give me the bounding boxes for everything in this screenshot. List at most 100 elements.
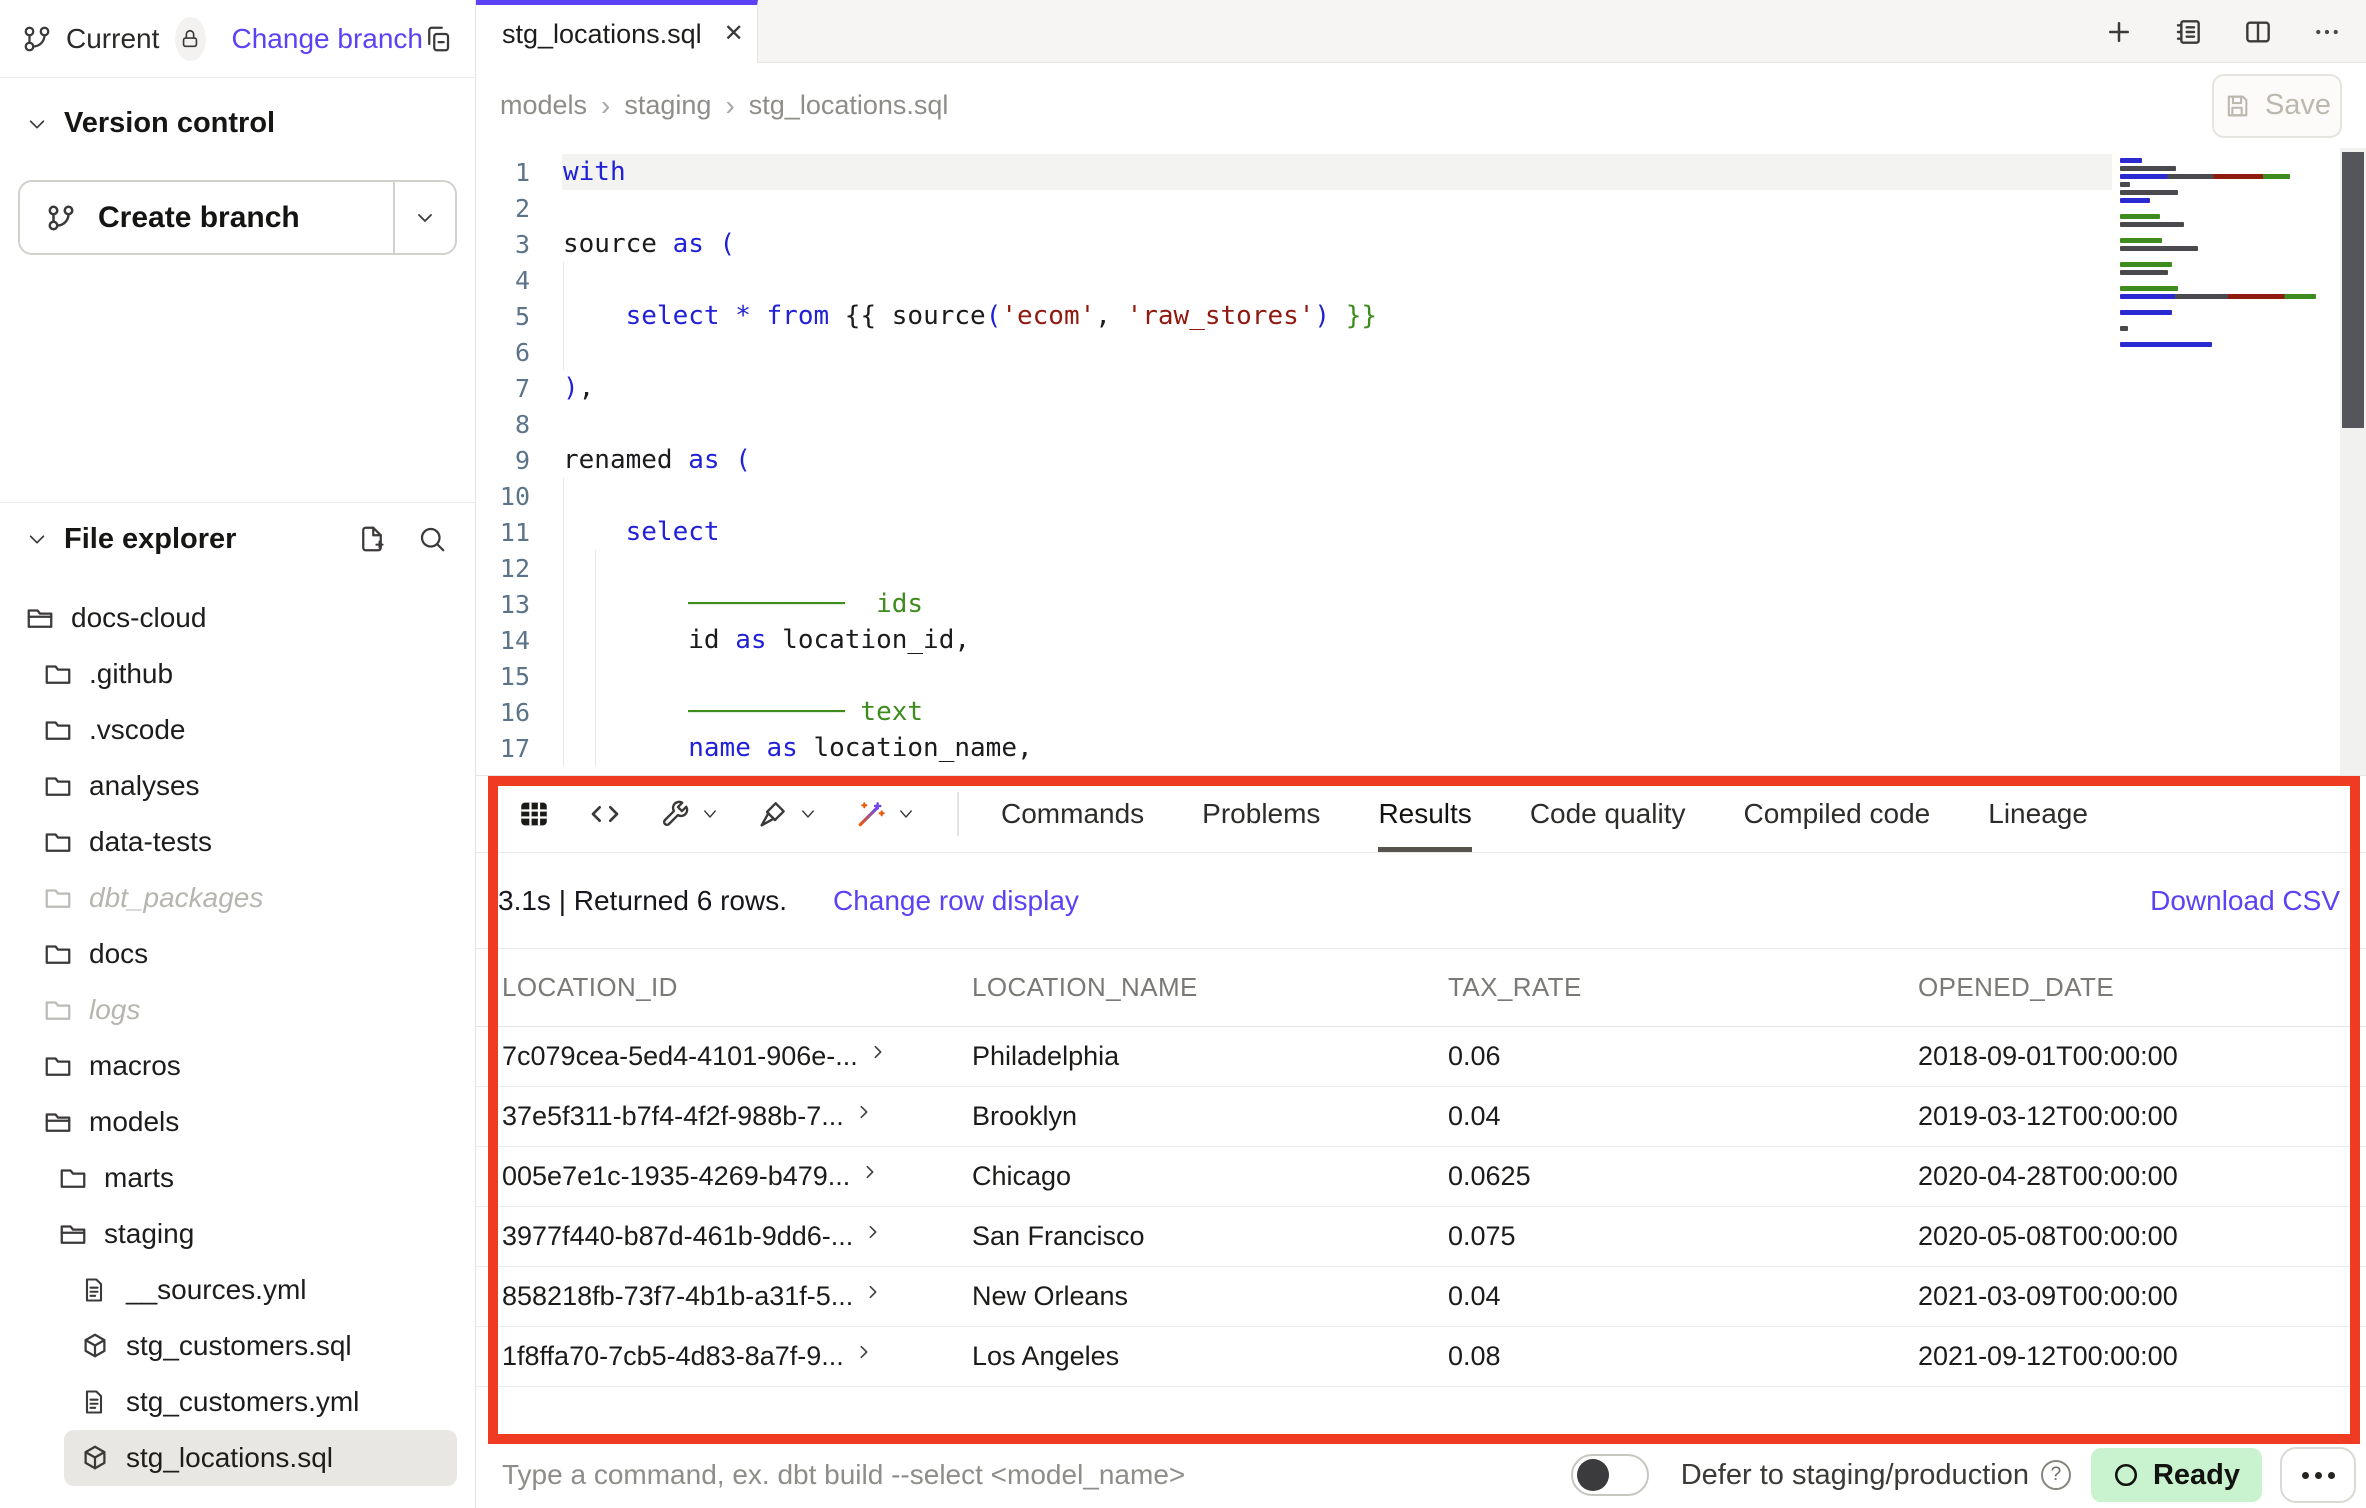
new-tab-icon[interactable] (2104, 17, 2134, 47)
code-line-16[interactable]: 16 ────────── text (476, 694, 2366, 730)
code-line-2[interactable]: 2 (476, 190, 2366, 226)
file-tree-item-macros[interactable]: macros (0, 1038, 475, 1094)
column-header-tax_rate: TAX_RATE (1448, 972, 1918, 1003)
code-line-8[interactable]: 8 (476, 406, 2366, 442)
copy-icon[interactable] (423, 24, 453, 54)
breadcrumb-segment[interactable]: stg_locations.sql (749, 90, 949, 121)
breadcrumb-segment[interactable]: models (500, 90, 587, 121)
editor-scrollbar-thumb[interactable] (2342, 152, 2364, 428)
table-row[interactable]: 1f8ffa70-7cb5-4d83-8a7f-9...Los Angeles0… (476, 1327, 2366, 1387)
code-line-15[interactable]: 15 (476, 658, 2366, 694)
code-line-11[interactable]: 11 select (476, 514, 2366, 550)
code-icon[interactable] (589, 798, 621, 830)
table-row[interactable]: 858218fb-73f7-4b1b-a31f-5...New Orleans0… (476, 1267, 2366, 1327)
file-tree-item-data-tests[interactable]: data-tests (0, 814, 475, 870)
code-editor[interactable]: 1with23source as ( 4 5 select * from {{ so… (476, 148, 2366, 775)
file-tree-item--vscode[interactable]: .vscode (0, 702, 475, 758)
expand-chevron-icon[interactable] (865, 1224, 881, 1240)
version-control-header[interactable]: Version control (0, 107, 475, 140)
line-number: 4 (476, 266, 530, 295)
code-area[interactable]: 1with23source as ( 4 5 select * from {{ so… (476, 154, 2366, 766)
build-tool-icon[interactable] (659, 798, 719, 830)
file-tree-item-docs[interactable]: docs (0, 926, 475, 982)
file-tree-item--sources-yml[interactable]: __sources.yml (0, 1262, 475, 1318)
table-row[interactable]: 7c079cea-5ed4-4101-906e-...Philadelphia0… (476, 1027, 2366, 1087)
expand-chevron-icon[interactable] (856, 1344, 872, 1360)
code-line-17[interactable]: 17 name as location_name, (476, 730, 2366, 766)
panel-tab-code-quality[interactable]: Code quality (1530, 776, 1686, 852)
code-line-13[interactable]: 13 ────────── ids (476, 586, 2366, 622)
download-csv-link[interactable]: Download CSV (2150, 885, 2340, 917)
create-branch-button[interactable]: Create branch (18, 180, 457, 255)
expand-chevron-icon[interactable] (862, 1164, 878, 1180)
code-line-3[interactable]: 3source as ( (476, 226, 2366, 262)
file-tree-item-analyses[interactable]: analyses (0, 758, 475, 814)
table-cell: San Francisco (972, 1221, 1448, 1252)
expand-chevron-icon[interactable] (856, 1104, 872, 1120)
format-brush-icon[interactable] (757, 798, 817, 830)
new-file-icon[interactable] (357, 524, 387, 554)
code-line-7[interactable]: 7), (476, 370, 2366, 406)
panel-tab-lineage[interactable]: Lineage (1988, 776, 2088, 852)
folder-icon (43, 1051, 73, 1081)
expand-chevron-icon[interactable] (870, 1044, 886, 1060)
breadcrumb-separator: › (601, 90, 610, 122)
line-number: 9 (476, 446, 530, 475)
file-tree-item-staging[interactable]: staging (0, 1206, 475, 1262)
code-line-6[interactable]: 6 (476, 334, 2366, 370)
create-branch-dropdown[interactable] (395, 182, 455, 253)
version-control-title: Version control (64, 107, 275, 140)
panel-tab-results[interactable]: Results (1378, 776, 1471, 852)
file-tree-item-stg-customers-yml[interactable]: stg_customers.yml (0, 1374, 475, 1430)
change-branch-link[interactable]: Change branch (232, 23, 423, 55)
table-cell: Chicago (972, 1161, 1448, 1192)
notebook-icon[interactable] (2172, 16, 2204, 48)
chevron-down-icon (413, 206, 437, 230)
file-explorer-header[interactable]: File explorer (0, 503, 475, 575)
code-line-1[interactable]: 1with (476, 154, 2366, 190)
ai-assist-icon[interactable] (855, 798, 915, 830)
code-text: ────────── text (530, 697, 923, 727)
defer-toggle[interactable] (1571, 1454, 1649, 1496)
results-table-icon[interactable] (517, 797, 551, 831)
table-row[interactable]: 005e7e1c-1935-4269-b479...Chicago0.06252… (476, 1147, 2366, 1207)
file-tree-item-marts[interactable]: marts (0, 1150, 475, 1206)
save-button[interactable]: Save (2212, 74, 2342, 138)
line-number: 6 (476, 338, 530, 367)
more-actions-button[interactable] (2280, 1447, 2356, 1503)
code-line-12[interactable]: 12 (476, 550, 2366, 586)
file-tree-item-stg-customers-sql[interactable]: stg_customers.sql (0, 1318, 475, 1374)
code-line-10[interactable]: 10 (476, 478, 2366, 514)
search-icon[interactable] (417, 524, 447, 554)
results-table-body: 7c079cea-5ed4-4101-906e-...Philadelphia0… (476, 1027, 2366, 1387)
tab-close-icon[interactable]: ✕ (724, 22, 744, 46)
file-tree-item-stg-locations-sql[interactable]: stg_locations.sql (64, 1430, 457, 1486)
code-line-9[interactable]: 9renamed as ( (476, 442, 2366, 478)
table-row[interactable]: 37e5f311-b7f4-4f2f-988b-7...Brooklyn0.04… (476, 1087, 2366, 1147)
tab-stg-locations[interactable]: stg_locations.sql ✕ (476, 0, 758, 63)
split-view-icon[interactable] (2242, 16, 2274, 48)
help-icon[interactable]: ? (2041, 1460, 2071, 1490)
expand-chevron-icon[interactable] (865, 1284, 881, 1300)
code-line-4[interactable]: 4 (476, 262, 2366, 298)
breadcrumb-segment[interactable]: staging (624, 90, 711, 121)
code-line-14[interactable]: 14 id as location_id, (476, 622, 2366, 658)
code-text: ────────── ids (530, 589, 923, 619)
cell-location-id: 005e7e1c-1935-4269-b479... (502, 1161, 972, 1192)
lock-icon (179, 28, 201, 50)
file-tree-item-models[interactable]: models (0, 1094, 475, 1150)
ready-status-badge[interactable]: Ready (2091, 1448, 2262, 1502)
code-line-5[interactable]: 5 select * from {{ source('ecom', 'raw_s… (476, 298, 2366, 334)
table-row[interactable]: 3977f440-b87d-461b-9dd6-...San Francisco… (476, 1207, 2366, 1267)
more-options-icon[interactable] (2312, 17, 2342, 47)
file-tree-item-logs[interactable]: logs (0, 982, 475, 1038)
panel-tab-compiled-code[interactable]: Compiled code (1743, 776, 1930, 852)
create-branch-main[interactable]: Create branch (20, 182, 393, 253)
command-input[interactable] (502, 1459, 1362, 1491)
file-tree-item-docs-cloud[interactable]: docs-cloud (0, 590, 475, 646)
file-tree-item-dbt-packages[interactable]: dbt_packages (0, 870, 475, 926)
change-row-display-link[interactable]: Change row display (833, 885, 1079, 917)
panel-tab-commands[interactable]: Commands (1001, 776, 1144, 852)
file-tree-item--github[interactable]: .github (0, 646, 475, 702)
panel-tab-problems[interactable]: Problems (1202, 776, 1320, 852)
